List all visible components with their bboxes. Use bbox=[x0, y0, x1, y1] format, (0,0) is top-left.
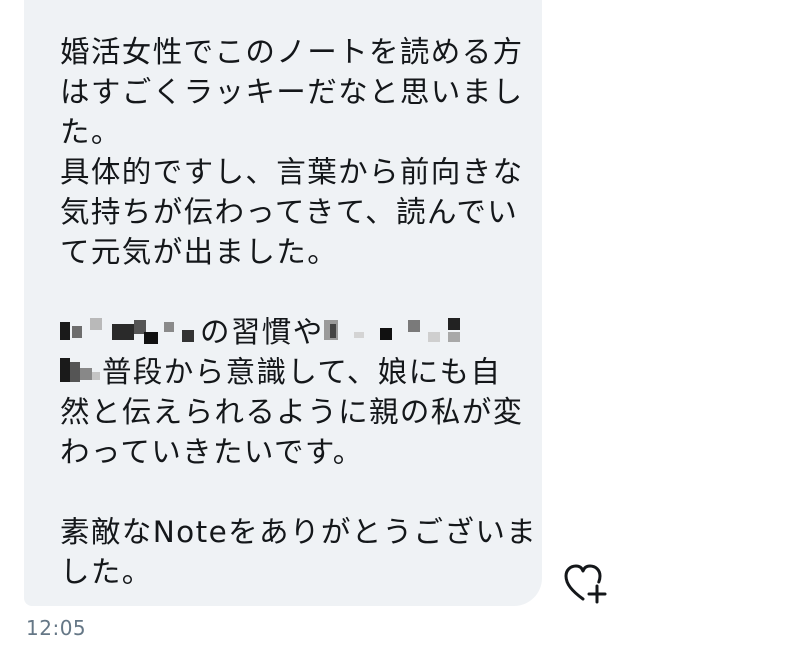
message-line: 具体的ですし、言葉から前向きな bbox=[60, 155, 524, 189]
message-line: 婚活女性でこのノートを読める方 bbox=[60, 35, 524, 69]
message-line: 気持ちが伝わってきて、読んでい bbox=[60, 195, 519, 229]
message-line-redacted: の習慣や bbox=[60, 312, 518, 352]
message-text: の習慣や bbox=[200, 315, 324, 349]
message-line: 素敵なNoteをありがとうございま bbox=[60, 515, 538, 549]
message-line: て元気が出ました。 bbox=[60, 235, 339, 269]
redaction-mosaic bbox=[323, 318, 474, 346]
message-bubble[interactable]: 婚活女性でこのノートを読める方 はすごくラッキーだなと思いまし た。 具体的です… bbox=[24, 0, 542, 606]
message-line: た。 bbox=[60, 115, 122, 149]
like-button[interactable] bbox=[562, 562, 610, 606]
message-line: わっていきたいです。 bbox=[60, 435, 364, 469]
message-line: 然と伝えられるように親の私が変 bbox=[60, 395, 524, 429]
redaction-mosaic bbox=[60, 358, 102, 386]
heart-plus-icon bbox=[564, 564, 607, 604]
message-line: した。 bbox=[60, 555, 153, 589]
message-line: はすごくラッキーだなと思いまし bbox=[60, 75, 524, 109]
message-timestamp: 12:05 bbox=[26, 616, 87, 640]
redaction-mosaic bbox=[60, 318, 200, 346]
message-text: 普段から意識して、娘にも自 bbox=[102, 355, 502, 389]
dm-conversation: 婚活女性でこのノートを読める方 はすごくラッキーだなと思いまし た。 具体的です… bbox=[0, 0, 800, 660]
message-line-redacted: 普段から意識して、娘にも自 bbox=[60, 352, 518, 392]
